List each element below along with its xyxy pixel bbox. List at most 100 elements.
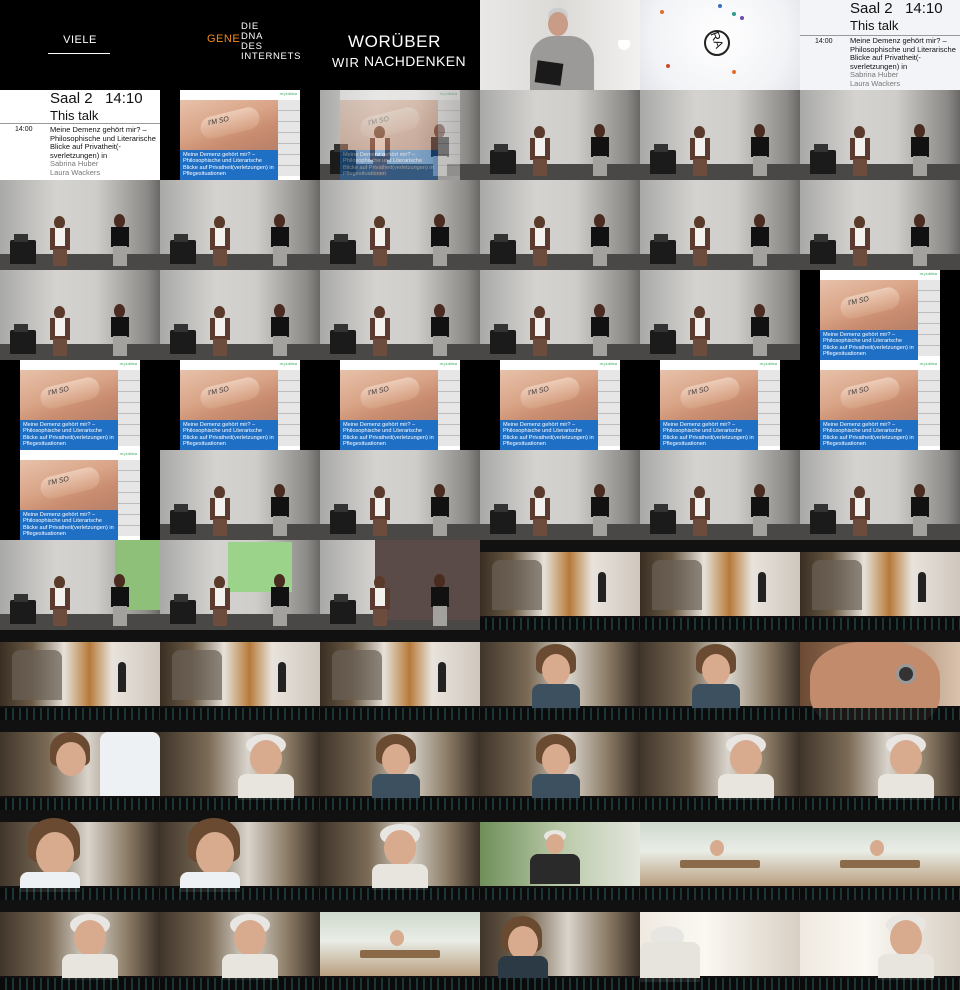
- woruber-text: WORÜBER: [348, 32, 441, 51]
- slide-caption: Meine Demenz gehört mir? – Philosophisch…: [820, 330, 918, 360]
- film-scene: [480, 732, 640, 800]
- slide-logo: re:publica: [279, 91, 297, 96]
- talk-frame: [800, 90, 960, 180]
- speaker-2: [270, 304, 290, 356]
- speaker-1: [370, 306, 390, 356]
- title-card-woruber: WORÜBER WIR NACHDENKEN: [320, 0, 480, 90]
- viele-text: VIELE: [63, 34, 97, 46]
- laptop: [14, 594, 28, 602]
- podium: [330, 330, 356, 354]
- film-scene: [800, 552, 960, 616]
- speaker-1: [530, 306, 550, 356]
- hand-text: I'M SO: [367, 385, 390, 398]
- slide-frame: re:publica I'M SO Meine Demenz gehört mir?…: [800, 360, 960, 450]
- cafe-table: [840, 860, 920, 868]
- laptop: [814, 504, 828, 512]
- talk-frame: [640, 180, 800, 270]
- speaker-1: [690, 486, 710, 536]
- film-frame: [640, 720, 800, 810]
- talk-frame: [480, 90, 640, 180]
- speaker-name: Laura Wackers: [850, 78, 901, 88]
- thumbnail-grid: VIELE GENE DIE DNA DES INTERNETS WORÜBER WIR NAC…: [0, 0, 960, 990]
- slide-logo: re:publica: [279, 361, 297, 366]
- speaker-2: [430, 574, 450, 626]
- film-scene: [160, 912, 320, 980]
- talk-frame: [160, 270, 320, 360]
- slide-caption: Meine Demenz gehört mir? – Philosophisch…: [500, 420, 598, 450]
- film-frame: [480, 810, 640, 900]
- schedule-room: Saal 2 14:10: [850, 0, 943, 17]
- network-dot: [732, 12, 736, 16]
- hand-text: I'M SO: [687, 385, 710, 398]
- podium: [10, 330, 36, 354]
- hand-photo: I'M SO: [180, 100, 278, 150]
- intro-man-tablet: [480, 0, 640, 90]
- old-man-face: [234, 920, 266, 956]
- speaker-2: [430, 484, 450, 536]
- film-frame: [640, 810, 800, 900]
- laptop: [814, 234, 828, 242]
- film-scene: [480, 822, 640, 886]
- film-frame: [800, 630, 960, 720]
- film-scene: [640, 642, 800, 710]
- girl-shirt: [692, 684, 740, 710]
- cafe-table: [360, 950, 440, 958]
- film-scene: [320, 642, 480, 706]
- slide-frame: re:publica I'M SO Meine Demenz gehört mir?…: [0, 360, 160, 450]
- film-frame: [0, 900, 160, 990]
- speaker-2: [270, 484, 290, 536]
- man-lamp: [618, 40, 630, 50]
- slide-side-panel: [598, 370, 620, 446]
- slide-logo: re:publica: [119, 361, 137, 366]
- podium: [650, 240, 676, 264]
- laptop: [494, 144, 508, 152]
- schedule-time: 14:00: [815, 38, 833, 45]
- podium: [490, 510, 516, 534]
- schedule-talk-title: Meine Demenz gehört mir? – Philosophisch…: [850, 36, 956, 88]
- speaker-2: [750, 484, 770, 536]
- slide-logo: re:publica: [599, 361, 617, 366]
- film-frame: [320, 720, 480, 810]
- hand-photo: I'M SO: [660, 370, 758, 420]
- blurred-figure: [652, 560, 702, 610]
- speaker-2: [590, 304, 610, 356]
- laptop: [334, 594, 348, 602]
- hand-photo: I'M SO: [500, 370, 598, 420]
- old-man-face: [890, 920, 922, 956]
- slide: re:publica I'M SO Meine Demenz gehört mir?…: [820, 270, 940, 360]
- film-scene: [800, 912, 960, 980]
- slide-overlay: re:publica I'M SO Meine Demenz gehört mir?…: [320, 90, 480, 180]
- hand-photo: I'M SO: [820, 280, 918, 330]
- doctor-coat: [100, 732, 160, 796]
- podium: [490, 150, 516, 174]
- girl-face: [382, 744, 410, 776]
- podium: [330, 600, 356, 624]
- laptop: [334, 324, 348, 332]
- speaker-1: [210, 306, 230, 356]
- slide-frame: re:publica I'M SO Meine Demenz gehört mir?…: [640, 360, 800, 450]
- slide-transition-frame: re:publica I'M SO Meine Demenz gehört mir?…: [320, 90, 480, 180]
- laptop: [174, 234, 188, 242]
- girl-shirt: [532, 684, 580, 710]
- skin-back: [810, 642, 940, 720]
- laptop: [174, 504, 188, 512]
- speaker-1: [370, 216, 390, 266]
- slide-caption: Meine Demenz gehört mir? – Philosophisch…: [820, 420, 918, 450]
- film-frame: [800, 900, 960, 990]
- speaker-2: [590, 124, 610, 176]
- slide-caption: Meine Demenz gehört mir? – Philosophisch…: [340, 150, 438, 180]
- speaker-2: [110, 214, 130, 266]
- girl-shirt: [20, 872, 80, 892]
- network-dot: [660, 10, 664, 14]
- talk-frame: [0, 180, 160, 270]
- schedule-room: Saal 2 14:10: [50, 90, 143, 107]
- film-frame: [160, 630, 320, 720]
- old-man-shirt: [640, 942, 700, 982]
- laptop: [174, 324, 188, 332]
- schedule-time: 14:00: [15, 126, 33, 133]
- podium: [810, 150, 836, 174]
- speaker-1: [210, 216, 230, 266]
- speaker-1: [530, 126, 550, 176]
- cafe-table: [680, 860, 760, 868]
- speaker-1: [850, 216, 870, 266]
